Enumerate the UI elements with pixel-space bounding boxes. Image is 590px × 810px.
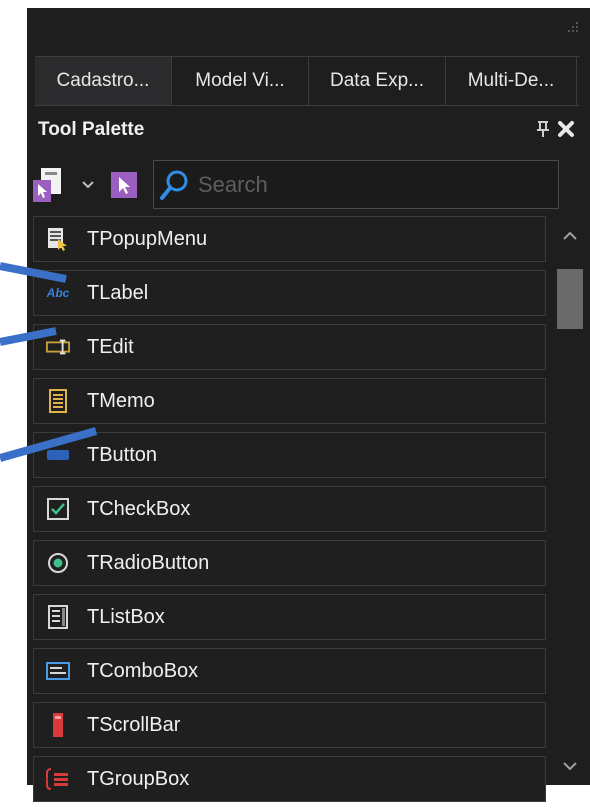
groupbox-icon	[46, 767, 70, 791]
list-item-tgroupbox[interactable]: TGroupBox	[33, 756, 546, 802]
label-icon: Abc	[46, 281, 70, 305]
list-item-tcheckbox[interactable]: TCheckBox	[33, 486, 546, 532]
list-scrollbar[interactable]	[557, 216, 583, 776]
item-label: TCheckBox	[87, 497, 191, 520]
list-item-tlabel[interactable]: Abc TLabel	[33, 270, 546, 316]
popup-menu-icon	[46, 227, 70, 251]
list-item-tlistbox[interactable]: TListBox	[33, 594, 546, 640]
search-field	[153, 160, 559, 209]
tab-model-view[interactable]: Model Vi...	[172, 57, 309, 105]
scrollbar-icon	[46, 713, 70, 737]
search-icon	[160, 170, 188, 200]
item-label: TPopupMenu	[87, 227, 208, 250]
scroll-down-icon[interactable]	[561, 760, 579, 772]
item-label: TButton	[87, 443, 158, 466]
tab-data-explorer[interactable]: Data Exp...	[309, 57, 446, 105]
item-label: TListBox	[87, 605, 165, 628]
component-palette-icon[interactable]	[33, 168, 63, 204]
radio-button-icon	[46, 551, 70, 575]
title-actions	[535, 120, 575, 138]
palette-toolbar	[33, 160, 585, 210]
tab-multi-device[interactable]: Multi-De...	[446, 57, 577, 105]
item-label: TScrollBar	[87, 713, 181, 736]
memo-icon	[46, 389, 70, 413]
list-item-tscrollbar[interactable]: TScrollBar	[33, 702, 546, 748]
item-label: TEdit	[87, 335, 134, 358]
search-input[interactable]	[192, 171, 538, 198]
combobox-icon	[46, 659, 70, 683]
ide-panel: Cadastro... Model Vi... Data Exp... Mult…	[27, 8, 590, 802]
list-item-tmemo[interactable]: TMemo	[33, 378, 546, 424]
resize-grip-icon[interactable]	[566, 22, 580, 36]
component-list: TPopupMenu Abc TLabel TEdit TMemo TButto…	[33, 216, 546, 810]
scroll-up-icon[interactable]	[561, 230, 579, 242]
item-label: TGroupBox	[87, 767, 190, 790]
tab-bar: Cadastro... Model Vi... Data Exp... Mult…	[35, 56, 580, 106]
item-label: TMemo	[87, 389, 155, 412]
label-icon-text: Abc	[46, 286, 70, 300]
scroll-thumb[interactable]	[557, 269, 583, 329]
pin-icon[interactable]	[535, 120, 551, 138]
list-item-tcombobox[interactable]: TComboBox	[33, 648, 546, 694]
select-pointer-icon[interactable]	[111, 172, 137, 198]
list-item-tedit[interactable]: TEdit	[33, 324, 546, 370]
item-label: TLabel	[87, 281, 149, 304]
list-item-tpopupmenu[interactable]: TPopupMenu	[33, 216, 546, 262]
checkbox-icon	[46, 497, 70, 521]
item-label: TRadioButton	[87, 551, 210, 574]
close-icon[interactable]	[557, 120, 575, 138]
edit-icon	[46, 335, 70, 359]
chevron-down-icon[interactable]	[81, 180, 95, 190]
item-label: TComboBox	[87, 659, 199, 682]
tab-cadastro[interactable]: Cadastro...	[35, 57, 172, 105]
listbox-icon	[46, 605, 70, 629]
button-icon	[46, 443, 70, 467]
list-item-tradiobutton[interactable]: TRadioButton	[33, 540, 546, 586]
list-item-tbutton[interactable]: TButton	[33, 432, 546, 478]
palette-title: Tool Palette	[38, 119, 145, 140]
